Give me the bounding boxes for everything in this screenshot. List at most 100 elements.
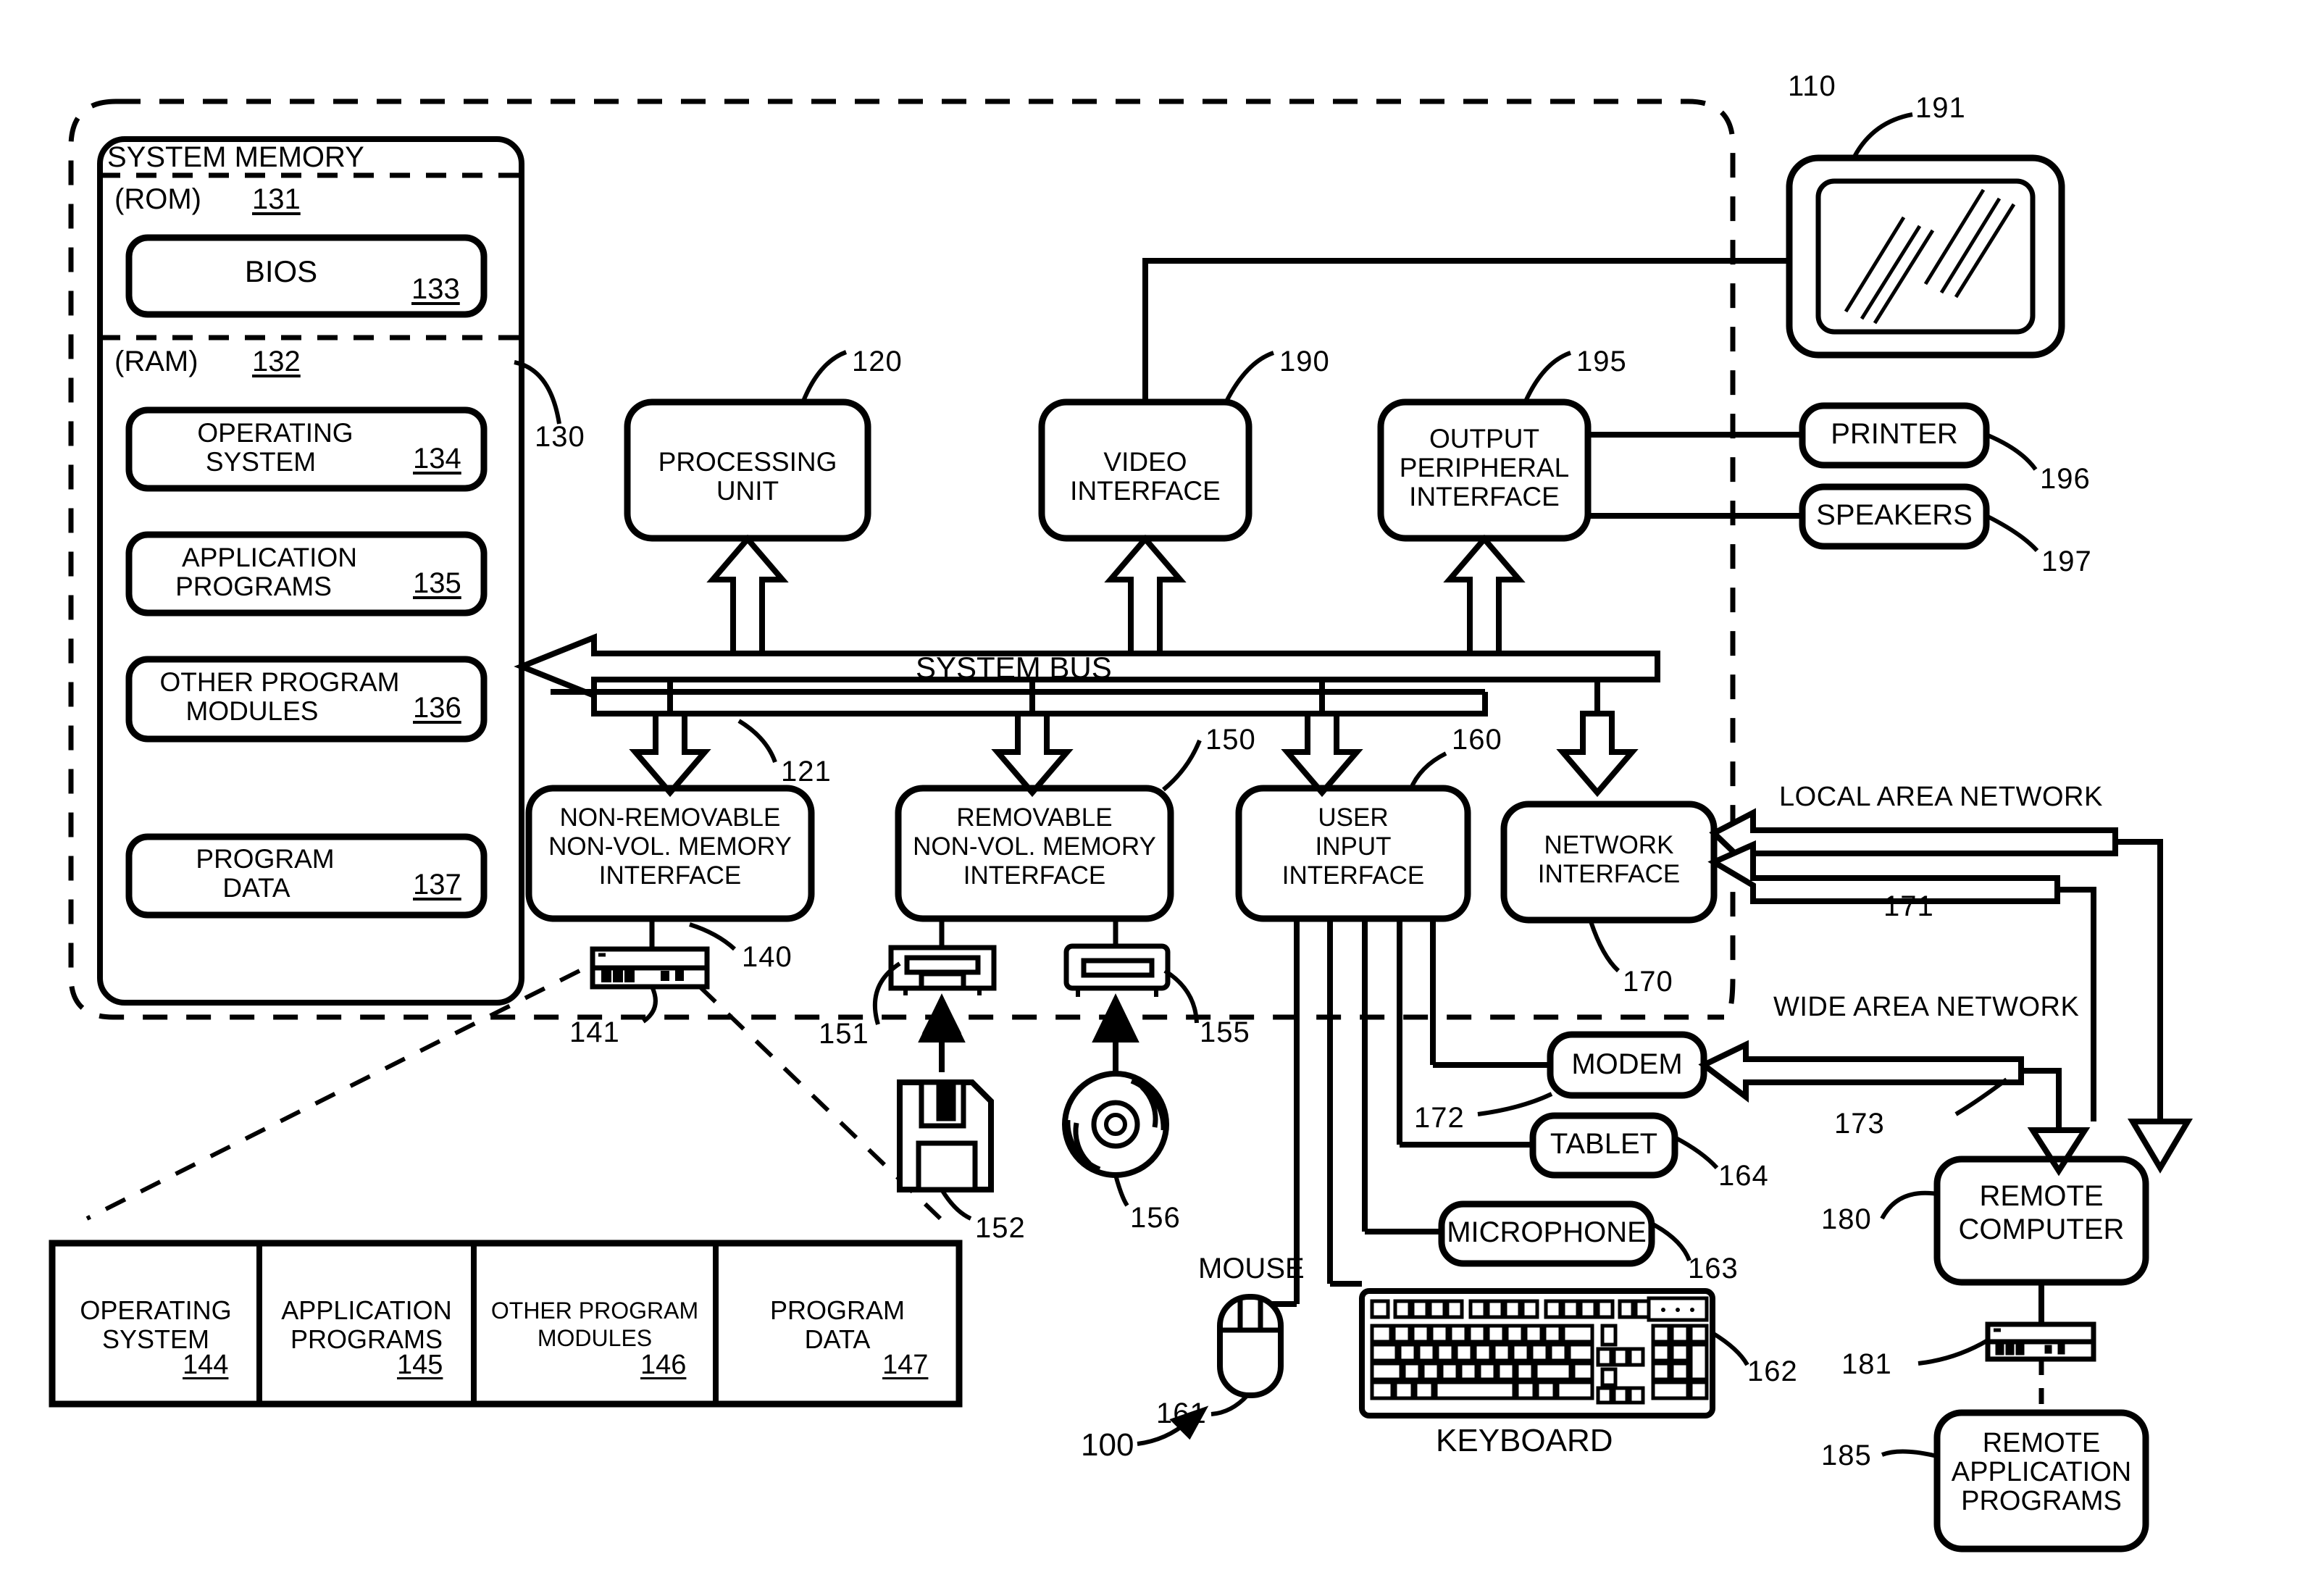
remote-apps-line3: PROGRAMS: [1961, 1486, 2122, 1516]
remote-computer-ref: 180: [1821, 1203, 1872, 1235]
user-input-ref: 160: [1452, 724, 1502, 756]
monitor-ref: 191: [1915, 92, 1966, 124]
mouse-icon: [1217, 1294, 1284, 1398]
table-cell-0-line1: OPERATING: [80, 1295, 232, 1325]
table-cell-3-ref: 147: [882, 1350, 929, 1380]
remote-apps-ref: 185: [1821, 1440, 1872, 1471]
optical-drive-icon: [1063, 943, 1171, 997]
user-input-line2: INPUT: [1315, 832, 1392, 861]
microphone-ref: 163: [1688, 1253, 1739, 1284]
rom-label: (ROM): [114, 183, 201, 215]
table-cell-1-ref: 145: [397, 1350, 443, 1380]
progdata-block-line2: DATA: [222, 873, 290, 903]
rom-ref: 131: [252, 183, 301, 215]
video-interface-ref: 190: [1279, 346, 1330, 377]
optical-drive-ref: 155: [1200, 1016, 1250, 1048]
modules-block-line1: OTHER PROGRAM: [159, 667, 400, 697]
floppy-drive-icon: [888, 945, 997, 995]
user-input-line1: USER: [1318, 803, 1389, 832]
table-cell-0-ref: 144: [183, 1350, 229, 1380]
table-cell-2-line1: OTHER PROGRAM: [490, 1298, 699, 1324]
wan-ref: 173: [1834, 1108, 1885, 1140]
bus-to-video-interface-arrow: [1104, 534, 1187, 656]
modules-block-ref: 136: [413, 692, 461, 724]
table-cell-1-line1: APPLICATION: [281, 1295, 452, 1325]
modem-wan-arrow: [1698, 1040, 2024, 1103]
nonremovable-ref: 140: [742, 941, 793, 973]
bios-label: BIOS: [244, 254, 318, 288]
nonremovable-line3: INTERFACE: [598, 861, 742, 890]
speakers-label: SPEAKERS: [1816, 499, 1973, 531]
table-cell-2-ref: 146: [640, 1350, 687, 1380]
remote-computer-line1: REMOTE: [1979, 1180, 2104, 1212]
progdata-block-ref: 137: [413, 869, 461, 901]
patent-figure-canvas: SYSTEM MEMORY (ROM) 131 BIOS 133 (RAM) 1…: [0, 0, 2300, 1596]
removable-line3: INTERFACE: [963, 861, 1106, 890]
floppy-disk-icon: [897, 1079, 994, 1192]
tablet-label: TABLET: [1550, 1128, 1658, 1160]
optical-disc-ref: 156: [1130, 1202, 1181, 1234]
table-cell-2-line2: MODULES: [537, 1325, 653, 1351]
output-peripheral-line3: INTERFACE: [1409, 482, 1560, 511]
modem-ref: 172: [1414, 1102, 1465, 1134]
processing-unit-line1: PROCESSING: [658, 447, 837, 477]
system-memory-ref: 130: [535, 421, 585, 453]
removable-ref: 150: [1205, 724, 1256, 756]
processing-unit-ref: 120: [852, 346, 903, 377]
table-cell-3-line1: PROGRAM: [769, 1295, 905, 1325]
processing-unit-line2: UNIT: [716, 476, 779, 506]
bus-to-user-input-arrow: [1281, 711, 1363, 798]
ram-ref: 132: [252, 346, 301, 377]
video-interface-line1: VIDEO: [1103, 447, 1187, 477]
keyboard-label: KEYBOARD: [1436, 1423, 1613, 1458]
keyboard-icon: [1359, 1288, 1715, 1419]
bus-to-removable-arrow: [991, 711, 1074, 798]
user-input-line3: INTERFACE: [1281, 861, 1425, 890]
progdata-block-line1: PROGRAM: [196, 844, 335, 874]
lan-ref: 171: [1883, 890, 1934, 922]
system-bus-label: SYSTEM BUS: [916, 651, 1112, 685]
bus-to-output-peripheral-arrow: [1443, 534, 1526, 656]
network-interface-ref: 170: [1623, 966, 1673, 998]
hard-disk-icon: [590, 946, 710, 990]
removable-line1: REMOVABLE: [956, 803, 1113, 832]
video-to-monitor-line: [1142, 258, 1789, 402]
lan-label: LOCAL AREA NETWORK: [1779, 782, 2103, 812]
bios-ref: 133: [411, 273, 460, 305]
floppy-disk-ref: 152: [975, 1212, 1026, 1244]
modules-block-line2: MODULES: [185, 696, 319, 726]
nonremovable-line1: NON-REMOVABLE: [559, 803, 781, 832]
mouse-ref: 161: [1156, 1397, 1207, 1429]
output-peripheral-line1: OUTPUT: [1429, 424, 1540, 454]
apps-block-line1: APPLICATION: [182, 543, 357, 572]
expansion-line-upper: [85, 969, 581, 1221]
ram-label: (RAM): [114, 346, 198, 377]
optical-disc-icon: [1062, 1071, 1169, 1178]
monitor-icon: [1786, 154, 2065, 359]
bus-to-network-arrow: [1556, 711, 1639, 798]
video-interface-line2: INTERFACE: [1070, 476, 1221, 506]
removable-line2: NON-VOL. MEMORY: [913, 832, 1156, 861]
remote-apps-line1: REMOTE: [1982, 1428, 2101, 1458]
floppy-drive-ref: 151: [819, 1018, 869, 1050]
system-bus-ref: 121: [781, 756, 832, 787]
bus-to-processing-unit-arrow: [706, 534, 789, 656]
microphone-label: MICROPHONE: [1447, 1216, 1647, 1248]
tablet-ref: 164: [1718, 1160, 1769, 1192]
remote-memory-icon: [1985, 1321, 2096, 1362]
figure-ref: 100: [1081, 1427, 1134, 1463]
remote-computer-line2: COMPUTER: [1958, 1213, 2125, 1245]
network-interface-line1: NETWORK: [1544, 831, 1674, 859]
os-block-line2: SYSTEM: [205, 447, 317, 477]
remote-apps-line2: APPLICATION: [1951, 1457, 2132, 1487]
printer-label: PRINTER: [1831, 418, 1958, 450]
network-interface-line2: INTERFACE: [1537, 860, 1681, 888]
remote-memory-ref: 181: [1841, 1348, 1892, 1380]
apps-block-ref: 135: [413, 567, 461, 599]
system-memory-title: SYSTEM MEMORY: [107, 141, 364, 173]
computer-ref: 110: [1788, 70, 1836, 102]
os-block-line1: OPERATING: [197, 418, 354, 448]
wan-label: WIDE AREA NETWORK: [1773, 992, 2080, 1022]
keyboard-ref: 162: [1747, 1355, 1798, 1387]
lan-arrow: [1709, 808, 2118, 878]
